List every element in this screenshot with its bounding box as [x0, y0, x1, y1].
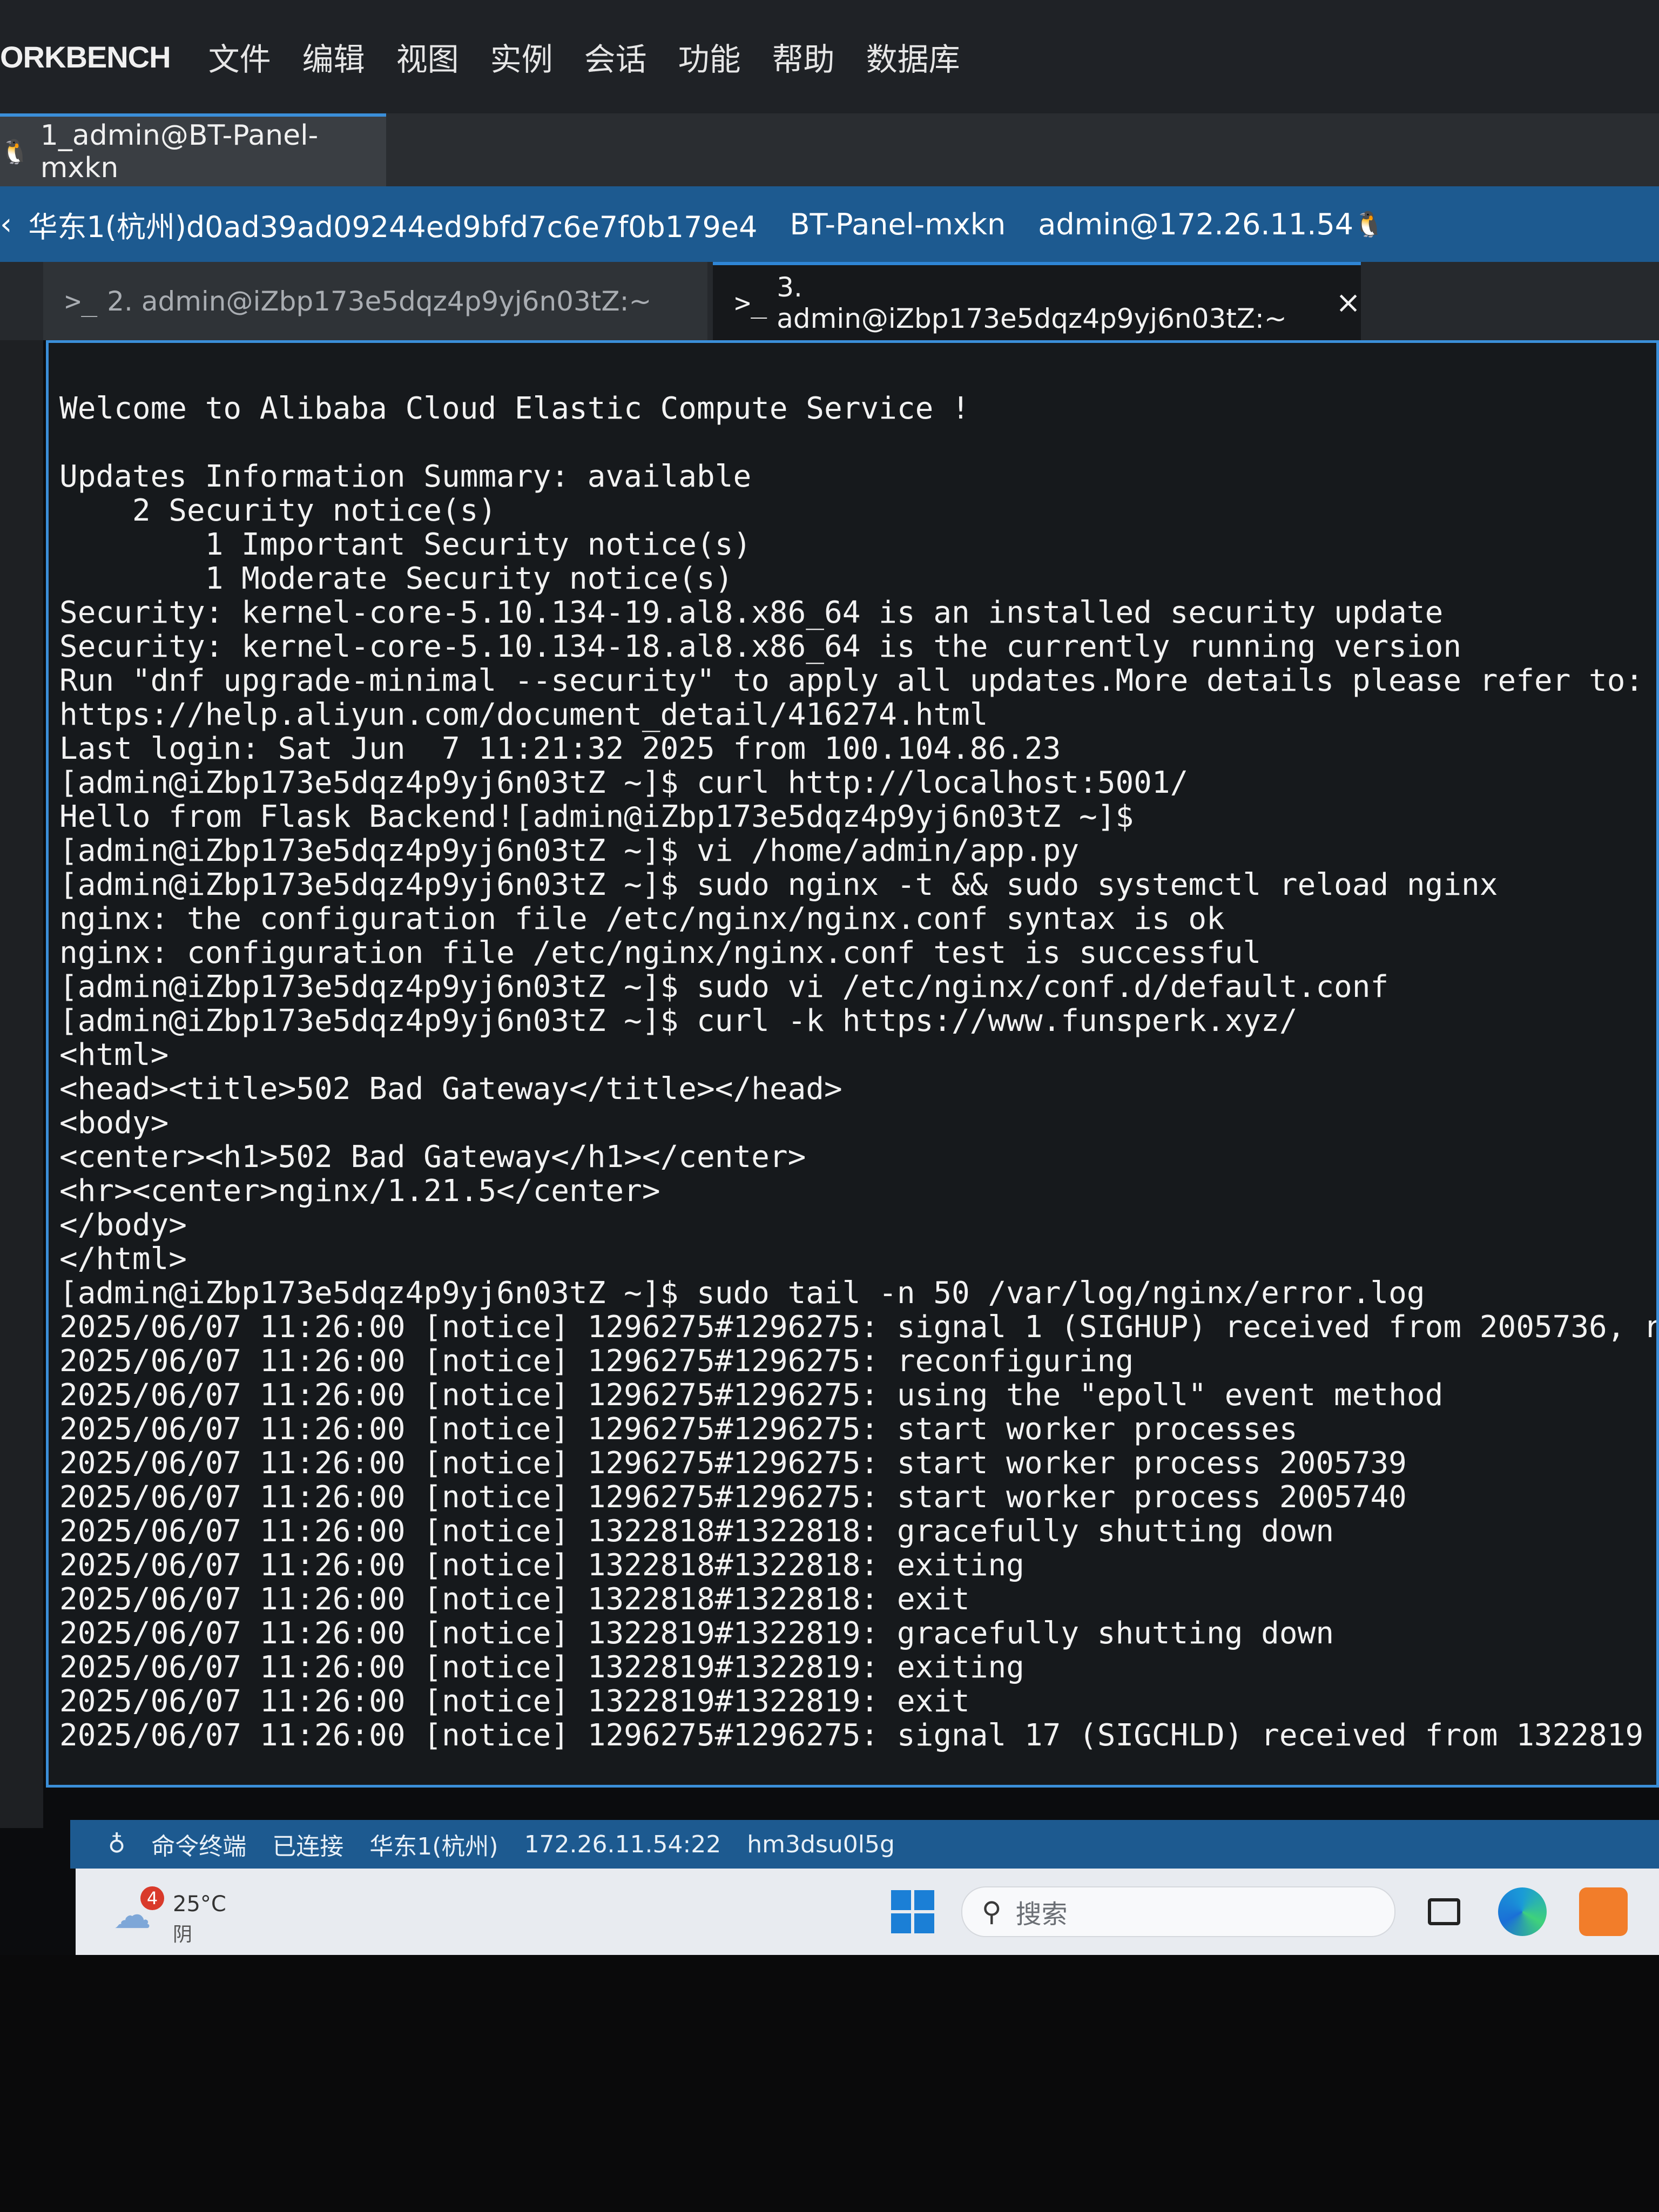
terminal-line: Run "dnf upgrade-minimal --security" to … — [59, 663, 1644, 698]
status-connection: 已连接 — [272, 1833, 344, 1860]
terminal-line: 2 Security notice(s) — [59, 493, 497, 528]
status-region: 华东1(杭州) — [369, 1833, 498, 1860]
status-bar: ♁ 命令终端 已连接 华东1(杭州) 172.26.11.54:22 hm3ds… — [70, 1820, 1659, 1869]
terminal-line: </body> — [59, 1208, 187, 1243]
terminal-line: [admin@iZbp173e5dqz4p9yj6n03tZ ~]$ curl … — [59, 765, 1189, 800]
terminal-line: nginx: configuration file /etc/nginx/ngi… — [59, 935, 1262, 970]
search-placeholder: 搜索 — [1015, 1899, 1068, 1930]
terminal-tab-bar: >_ 2. admin@iZbp173e5dqz4p9yj6n03tZ:~ >_… — [0, 262, 1659, 340]
windows-taskbar: ☁ 4 25°C 阴 ⚲ 搜索 — [76, 1869, 1659, 1955]
terminal-line: <html> — [59, 1037, 169, 1073]
terminal-line: https://help.aliyun.com/document_detail/… — [59, 697, 988, 732]
pinned-app-icon[interactable] — [1579, 1887, 1628, 1936]
terminal-line: 2025/06/07 11:26:00 [notice] 1296275#129… — [59, 1310, 1659, 1345]
terminal-line: 2025/06/07 11:26:00 [notice] 1296275#129… — [59, 1480, 1407, 1515]
weather-condition: 阴 — [173, 1924, 193, 1946]
terminal-line: 2025/06/07 11:26:00 [notice] 1322819#132… — [59, 1650, 1024, 1685]
terminal-line: [admin@iZbp173e5dqz4p9yj6n03tZ ~]$ sudo … — [59, 1276, 1425, 1311]
terminal-line: 2025/06/07 11:26:00 [notice] 1322818#132… — [59, 1548, 1024, 1583]
terminal-output[interactable]: Welcome to Alibaba Cloud Elastic Compute… — [46, 340, 1659, 1788]
terminal-tab-2[interactable]: >_ 2. admin@iZbp173e5dqz4p9yj6n03tZ:~ — [43, 262, 707, 340]
user-icon: ♁ — [108, 1830, 126, 1858]
terminal-line: <hr><center>nginx/1.21.5</center> — [59, 1174, 660, 1209]
weather-widget[interactable]: ☁ 4 25°C 阴 — [113, 1877, 254, 1947]
edge-browser-icon[interactable] — [1498, 1887, 1547, 1936]
terminal-lines: Welcome to Alibaba Cloud Elastic Compute… — [59, 392, 1656, 1752]
instance-panel-name: BT-Panel-mxkn — [790, 207, 1006, 241]
terminal-line: Security: kernel-core-5.10.134-18.al8.x8… — [59, 629, 1462, 664]
menu-session[interactable]: 会话 — [584, 34, 647, 79]
terminal-line: 2025/06/07 11:26:00 [notice] 1296275#129… — [59, 1446, 1407, 1481]
session-tab-1[interactable]: 🐧 1_admin@BT-Panel-mxkn — [0, 113, 386, 186]
terminal-line: Security: kernel-core-5.10.134-19.al8.x8… — [59, 595, 1444, 630]
menu-view[interactable]: 视图 — [396, 34, 459, 79]
terminal-line: 2025/06/07 11:26:00 [notice] 1296275#129… — [59, 1378, 1444, 1413]
terminal-line: 2025/06/07 11:26:00 [notice] 1322819#132… — [59, 1616, 1334, 1651]
windows-start-icon[interactable] — [891, 1890, 934, 1933]
menu-database[interactable]: 数据库 — [866, 34, 960, 79]
terminal-line: 1 Important Security notice(s) — [59, 527, 752, 562]
menu-bar: ORKBENCH 文件 编辑 视图 实例 会话 功能 帮助 数据库 — [0, 0, 1659, 113]
terminal-line: 2025/06/07 11:26:00 [notice] 1322818#132… — [59, 1582, 970, 1617]
terminal-line: 2025/06/07 11:26:00 [notice] 1322819#132… — [59, 1684, 970, 1719]
instance-region-id: 华东1(杭州)d0ad39ad09244ed9bfd7c6e7f0b179e4 — [28, 210, 758, 244]
terminal-icon: >_ — [734, 287, 767, 319]
terminal-tab-3[interactable]: >_ 3. admin@iZbp173e5dqz4p9yj6n03tZ:~ × — [713, 262, 1361, 340]
close-icon[interactable]: × — [1336, 285, 1361, 320]
terminal-line: </html> — [59, 1242, 187, 1277]
menu-instance[interactable]: 实例 — [490, 34, 553, 79]
terminal-line: 2025/06/07 11:26:00 [notice] 1322818#132… — [59, 1514, 1334, 1549]
terminal-line: 2025/06/07 11:26:00 [notice] 1296275#129… — [59, 1718, 1644, 1753]
terminal-line: Hello from Flask Backend![admin@iZbp173e… — [59, 799, 1134, 834]
terminal-line: [admin@iZbp173e5dqz4p9yj6n03tZ ~]$ sudo … — [59, 969, 1389, 1004]
linux-icon: 🐧 — [1353, 209, 1385, 239]
menu-features[interactable]: 功能 — [678, 34, 741, 79]
instance-info-bar: ‹ 华东1(杭州)d0ad39ad09244ed9bfd7c6e7f0b179e… — [0, 186, 1659, 262]
terminal-line: [admin@iZbp173e5dqz4p9yj6n03tZ ~]$ curl … — [59, 1003, 1298, 1038]
terminal-line: nginx: the configuration file /etc/nginx… — [59, 901, 1225, 936]
session-tab-label: 1_admin@BT-Panel-mxkn — [40, 119, 319, 184]
task-view-icon[interactable] — [1428, 1898, 1460, 1925]
terminal-line: Last login: Sat Jun 7 11:21:32 2025 from… — [59, 731, 1061, 766]
terminal-line: [admin@iZbp173e5dqz4p9yj6n03tZ ~]$ vi /h… — [59, 833, 1080, 868]
taskbar-search[interactable]: ⚲ 搜索 — [961, 1886, 1395, 1937]
status-id: hm3dsu0l5g — [747, 1830, 895, 1858]
terminal-line: [admin@iZbp173e5dqz4p9yj6n03tZ ~]$ sudo … — [59, 867, 1498, 902]
notification-badge: 4 — [140, 1886, 164, 1910]
status-address: 172.26.11.54:22 — [524, 1830, 721, 1858]
terminal-line: <body> — [59, 1105, 169, 1141]
terminal-line: 2025/06/07 11:26:00 [notice] 1296275#129… — [59, 1344, 1134, 1379]
terminal-line: 1 Moderate Security notice(s) — [59, 561, 733, 596]
left-side-strip — [0, 262, 43, 1828]
weather-temperature: 25°C — [173, 1892, 226, 1917]
search-icon: ⚲ — [982, 1896, 1002, 1927]
status-mode: 命令终端 — [151, 1833, 247, 1860]
menu-edit[interactable]: 编辑 — [302, 34, 365, 79]
terminal-line: Welcome to Alibaba Cloud Elastic Compute… — [59, 391, 970, 426]
terminal-icon: >_ — [65, 285, 98, 317]
linux-icon: 🐧 — [0, 138, 30, 166]
terminal-line: Updates Information Summary: available — [59, 459, 752, 494]
terminal-line: <center><h1>502 Bad Gateway</h1></center… — [59, 1139, 806, 1175]
menu-file[interactable]: 文件 — [208, 34, 271, 79]
terminal-tab-3-label: 3. admin@iZbp173e5dqz4p9yj6n03tZ:~ — [777, 271, 1287, 334]
menu-help[interactable]: 帮助 — [772, 34, 835, 79]
monitor-bezel — [0, 1955, 1659, 2212]
terminal-line: 2025/06/07 11:26:00 [notice] 1296275#129… — [59, 1412, 1298, 1447]
chevron-left-icon[interactable]: ‹ — [0, 207, 12, 242]
session-tab-bar: 🐧 1_admin@BT-Panel-mxkn — [0, 113, 1659, 186]
terminal-tab-2-label: 2. admin@iZbp173e5dqz4p9yj6n03tZ:~ — [107, 285, 652, 317]
app-brand: ORKBENCH — [0, 39, 171, 74]
instance-user-ip: admin@172.26.11.54 — [1038, 207, 1354, 241]
terminal-line: <head><title>502 Bad Gateway</title></he… — [59, 1071, 842, 1107]
